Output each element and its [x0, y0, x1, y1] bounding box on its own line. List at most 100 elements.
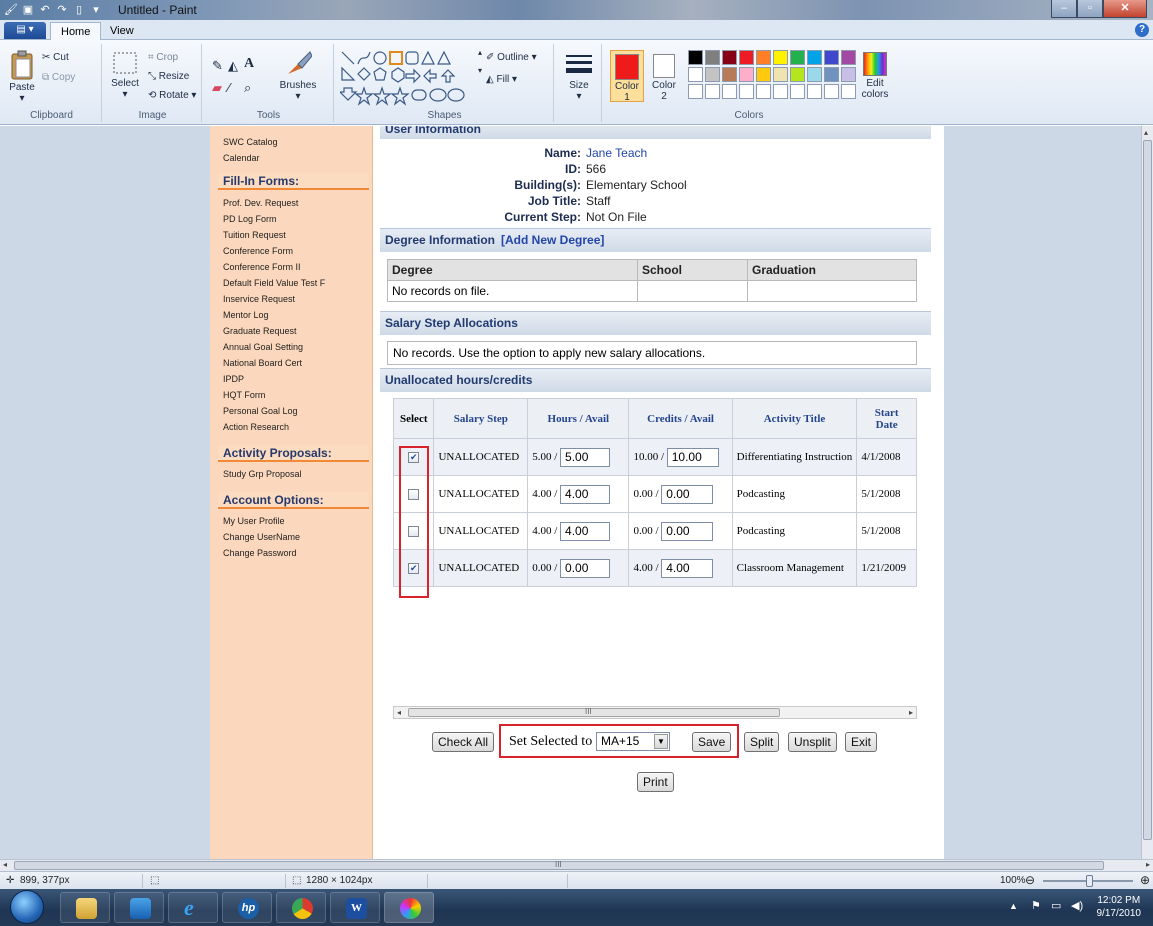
- palette-swatch[interactable]: [824, 67, 839, 82]
- palette-swatch[interactable]: [756, 67, 771, 82]
- palette-swatch[interactable]: [807, 67, 822, 82]
- palette-swatch[interactable]: [824, 84, 839, 99]
- unsplit-button[interactable]: Unsplit: [788, 732, 837, 752]
- sidebar-item-hqt-form[interactable]: HQT Form: [223, 390, 265, 400]
- palette-swatch[interactable]: [722, 67, 737, 82]
- network-icon[interactable]: ▭: [1051, 899, 1061, 912]
- scroll-right-icon[interactable]: ▸: [1146, 860, 1150, 869]
- eraser-tool[interactable]: ▰: [212, 80, 222, 96]
- sidebar-item-change-password[interactable]: Change Password: [223, 548, 297, 558]
- palette-swatch[interactable]: [790, 84, 805, 99]
- fill-tool[interactable]: ◭: [228, 58, 238, 74]
- hours-input[interactable]: 0.00: [560, 558, 611, 578]
- new-icon[interactable]: ▯: [72, 3, 86, 17]
- zoom-in-icon[interactable]: ⊕: [1140, 873, 1150, 887]
- tab-home[interactable]: Home: [50, 22, 102, 41]
- sidebar-item-ipdp[interactable]: IPDP: [223, 374, 244, 384]
- palette-swatch[interactable]: [841, 84, 856, 99]
- shapes-gallery-icon[interactable]: [340, 50, 476, 110]
- palette-swatch[interactable]: [790, 50, 805, 65]
- zoom-slider-handle[interactable]: [1086, 875, 1093, 887]
- palette-swatch[interactable]: [688, 67, 703, 82]
- copy-button[interactable]: ⧉ Copy: [42, 72, 75, 83]
- color2-button[interactable]: Color 2: [648, 50, 680, 102]
- scroll-right-icon[interactable]: ▸: [909, 708, 913, 717]
- paint-app-icon[interactable]: 🖌: [4, 3, 18, 17]
- outline-button[interactable]: ✐ Outline ▾: [486, 52, 537, 63]
- table-scroll-thumb[interactable]: III: [408, 707, 780, 717]
- magnifier-tool[interactable]: ⌕: [244, 80, 251, 96]
- check-all-button[interactable]: Check All: [432, 732, 495, 752]
- undo-icon[interactable]: ↶: [38, 3, 52, 17]
- credits-input[interactable]: 0.00: [661, 484, 714, 504]
- palette-swatch[interactable]: [790, 67, 805, 82]
- resize-button[interactable]: ⤡ Resize: [148, 71, 189, 82]
- sidebar-item-change-username[interactable]: Change UserName: [223, 532, 300, 542]
- paint-canvas-area[interactable]: SWC Catalog Calendar Fill-In Forms: Prof…: [0, 126, 1141, 859]
- palette-swatch[interactable]: [705, 67, 720, 82]
- palette-swatch[interactable]: [841, 67, 856, 82]
- color1-button[interactable]: Color 1: [610, 50, 644, 103]
- crop-button[interactable]: ⌗ Crop: [148, 52, 178, 63]
- vertical-scroll-thumb[interactable]: [1143, 140, 1152, 840]
- palette-swatch[interactable]: [756, 50, 771, 65]
- sidebar-item-mentor-log[interactable]: Mentor Log: [223, 310, 269, 320]
- save-button[interactable]: Save: [692, 732, 732, 752]
- text-tool[interactable]: A: [244, 56, 254, 72]
- taskbar-explorer[interactable]: [60, 892, 110, 923]
- print-button[interactable]: Print: [637, 772, 674, 792]
- redo-icon[interactable]: ↷: [55, 3, 69, 17]
- hours-input[interactable]: 5.00: [560, 447, 611, 467]
- clock[interactable]: 12:02 PM 9/17/2010: [1097, 894, 1142, 920]
- tab-view[interactable]: View: [100, 22, 144, 41]
- volume-icon[interactable]: ◀): [1071, 899, 1083, 912]
- sidebar-item-conference-form[interactable]: Conference Form: [223, 246, 293, 256]
- edit-colors-button[interactable]: Edit colors: [858, 50, 892, 100]
- taskbar-paint[interactable]: [384, 892, 434, 923]
- hours-input[interactable]: 4.00: [560, 484, 611, 504]
- cut-button[interactable]: ✂ Cut: [42, 52, 69, 63]
- credits-input[interactable]: 0.00: [661, 521, 714, 541]
- canvas-image[interactable]: SWC Catalog Calendar Fill-In Forms: Prof…: [210, 126, 944, 859]
- paste-button[interactable]: Paste ▾: [6, 50, 38, 104]
- help-icon[interactable]: ?: [1135, 23, 1149, 37]
- color-picker-tool[interactable]: ⁄: [228, 80, 230, 95]
- chevron-down-icon[interactable]: ▼: [654, 734, 668, 749]
- select-button[interactable]: Select ▾: [108, 50, 142, 100]
- brushes-button[interactable]: Brushes ▾: [278, 50, 318, 102]
- sidebar-item-my-user-profile[interactable]: My User Profile: [223, 516, 285, 526]
- sidebar-item-personal-goal-log[interactable]: Personal Goal Log: [223, 406, 298, 416]
- taskbar-media-player[interactable]: [114, 892, 164, 923]
- palette-swatch[interactable]: [824, 50, 839, 65]
- palette-swatch[interactable]: [688, 84, 703, 99]
- table-horizontal-scrollbar[interactable]: ◂ III ▸: [393, 706, 917, 719]
- palette-swatch[interactable]: [739, 50, 754, 65]
- close-button[interactable]: ✕: [1103, 0, 1147, 18]
- palette-swatch[interactable]: [722, 84, 737, 99]
- size-button[interactable]: Size ▾: [562, 52, 596, 102]
- sidebar-item-tuition-request[interactable]: Tuition Request: [223, 230, 286, 240]
- add-new-degree-link[interactable]: [Add New Degree]: [501, 233, 604, 247]
- palette-swatch[interactable]: [722, 50, 737, 65]
- sidebar-item-prof-dev-request[interactable]: Prof. Dev. Request: [223, 198, 298, 208]
- taskbar-word[interactable]: W: [330, 892, 380, 923]
- shapes-scroll-up[interactable]: ▴: [478, 48, 482, 57]
- sidebar-item-action-research[interactable]: Action Research: [223, 422, 289, 432]
- sidebar-item-study-grp-proposal[interactable]: Study Grp Proposal: [223, 469, 302, 479]
- scroll-up-icon[interactable]: ▴: [1144, 128, 1148, 137]
- hours-input[interactable]: 4.00: [560, 521, 611, 541]
- palette-swatch[interactable]: [773, 50, 788, 65]
- canvas-horizontal-scrollbar[interactable]: ◂ III ▸: [0, 859, 1153, 871]
- split-button[interactable]: Split: [744, 732, 780, 752]
- palette-swatch[interactable]: [756, 84, 771, 99]
- horizontal-scroll-thumb[interactable]: III: [14, 860, 1104, 870]
- taskbar-chrome[interactable]: [276, 892, 326, 923]
- palette-swatch[interactable]: [705, 50, 720, 65]
- start-button[interactable]: [10, 890, 44, 924]
- pencil-tool[interactable]: ✎: [212, 58, 223, 74]
- taskbar-hp[interactable]: hp: [222, 892, 272, 923]
- zoom-out-icon[interactable]: ⊖: [1025, 873, 1035, 887]
- sidebar-item-graduate-request[interactable]: Graduate Request: [223, 326, 297, 336]
- palette-swatch[interactable]: [705, 84, 720, 99]
- palette-swatch[interactable]: [773, 67, 788, 82]
